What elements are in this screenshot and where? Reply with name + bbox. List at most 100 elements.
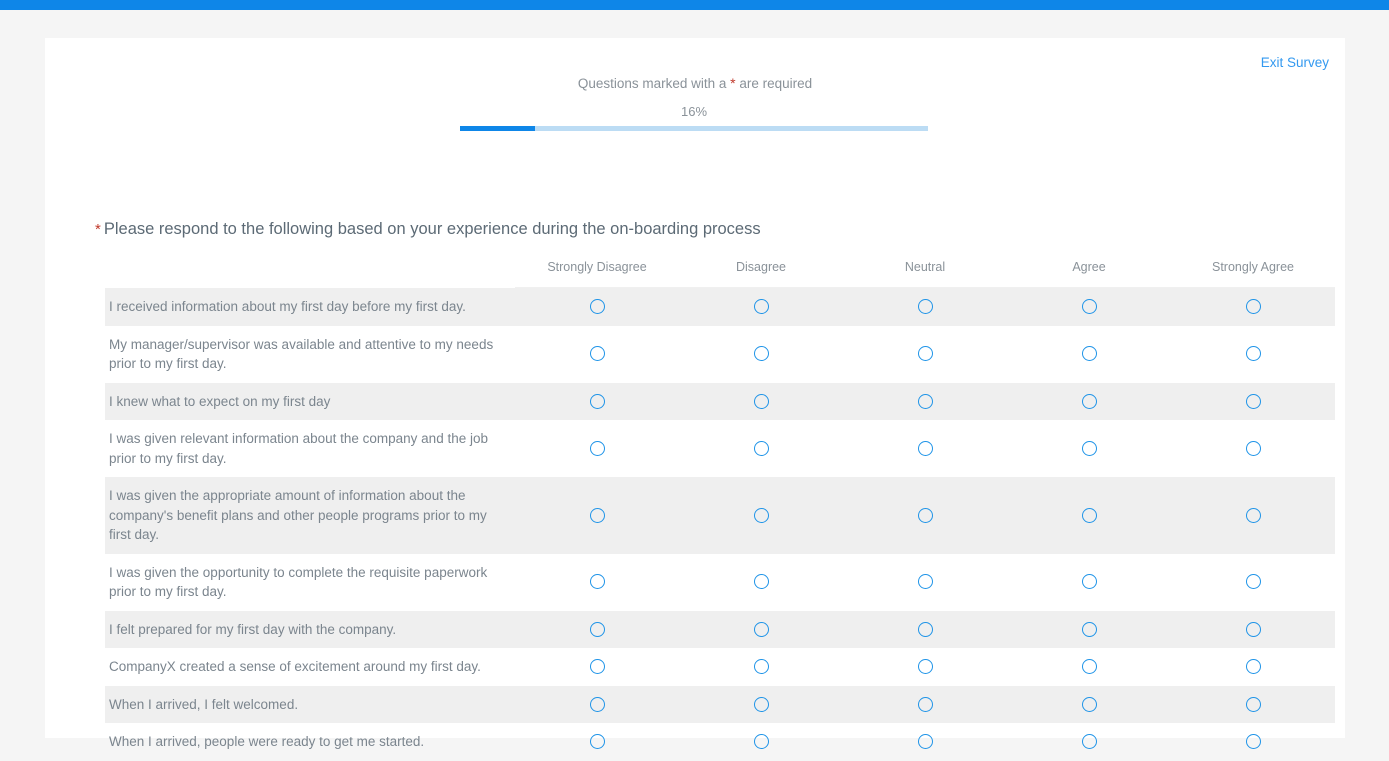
- radio-button[interactable]: [753, 346, 769, 362]
- matrix-option-cell[interactable]: [679, 685, 843, 723]
- matrix-option-cell[interactable]: [1171, 723, 1335, 761]
- radio-button[interactable]: [753, 696, 769, 712]
- radio-button[interactable]: [589, 659, 605, 675]
- radio-button[interactable]: [917, 393, 933, 409]
- radio-button[interactable]: [917, 299, 933, 315]
- matrix-option-cell[interactable]: [515, 685, 679, 723]
- matrix-option-cell[interactable]: [679, 287, 843, 326]
- matrix-option-cell[interactable]: [1171, 382, 1335, 420]
- matrix-option-cell[interactable]: [1007, 477, 1171, 554]
- matrix-option-cell[interactable]: [1171, 477, 1335, 554]
- matrix-option-cell[interactable]: [679, 326, 843, 383]
- radio-button[interactable]: [753, 299, 769, 315]
- radio-button[interactable]: [1245, 696, 1261, 712]
- matrix-option-cell[interactable]: [679, 477, 843, 554]
- matrix-option-cell[interactable]: [679, 610, 843, 648]
- matrix-option-cell[interactable]: [1171, 648, 1335, 686]
- radio-button[interactable]: [917, 659, 933, 675]
- matrix-option-cell[interactable]: [515, 648, 679, 686]
- matrix-option-cell[interactable]: [515, 723, 679, 761]
- matrix-option-cell[interactable]: [515, 420, 679, 477]
- radio-button[interactable]: [753, 440, 769, 456]
- matrix-option-cell[interactable]: [1007, 287, 1171, 326]
- radio-button[interactable]: [753, 393, 769, 409]
- radio-button[interactable]: [1245, 507, 1261, 523]
- radio-button[interactable]: [1245, 659, 1261, 675]
- matrix-option-cell[interactable]: [1007, 723, 1171, 761]
- radio-button[interactable]: [1245, 440, 1261, 456]
- matrix-option-cell[interactable]: [843, 477, 1007, 554]
- radio-button[interactable]: [753, 574, 769, 590]
- radio-button[interactable]: [917, 734, 933, 750]
- matrix-option-cell[interactable]: [515, 610, 679, 648]
- radio-button[interactable]: [1081, 299, 1097, 315]
- radio-button[interactable]: [1081, 393, 1097, 409]
- matrix-option-cell[interactable]: [1007, 610, 1171, 648]
- radio-button[interactable]: [1081, 346, 1097, 362]
- radio-button[interactable]: [1081, 696, 1097, 712]
- radio-button[interactable]: [1245, 621, 1261, 637]
- matrix-option-cell[interactable]: [843, 648, 1007, 686]
- matrix-option-cell[interactable]: [843, 610, 1007, 648]
- radio-button[interactable]: [1245, 299, 1261, 315]
- matrix-option-cell[interactable]: [843, 382, 1007, 420]
- matrix-option-cell[interactable]: [515, 326, 679, 383]
- radio-button[interactable]: [753, 621, 769, 637]
- radio-button[interactable]: [917, 621, 933, 637]
- radio-button[interactable]: [1081, 507, 1097, 523]
- matrix-option-cell[interactable]: [843, 554, 1007, 611]
- matrix-option-cell[interactable]: [1007, 554, 1171, 611]
- matrix-option-cell[interactable]: [679, 554, 843, 611]
- matrix-option-cell[interactable]: [843, 287, 1007, 326]
- matrix-option-cell[interactable]: [843, 420, 1007, 477]
- matrix-option-cell[interactable]: [1007, 326, 1171, 383]
- radio-button[interactable]: [1081, 440, 1097, 456]
- radio-button[interactable]: [917, 346, 933, 362]
- exit-survey-link[interactable]: Exit Survey: [1261, 55, 1329, 70]
- radio-button[interactable]: [589, 696, 605, 712]
- matrix-option-cell[interactable]: [515, 554, 679, 611]
- matrix-option-cell[interactable]: [679, 382, 843, 420]
- radio-button[interactable]: [917, 696, 933, 712]
- radio-button[interactable]: [917, 507, 933, 523]
- radio-button[interactable]: [753, 734, 769, 750]
- radio-button[interactable]: [589, 299, 605, 315]
- radio-button[interactable]: [1081, 734, 1097, 750]
- radio-button[interactable]: [1245, 393, 1261, 409]
- matrix-option-cell[interactable]: [515, 287, 679, 326]
- matrix-option-cell[interactable]: [1171, 685, 1335, 723]
- matrix-option-cell[interactable]: [679, 648, 843, 686]
- radio-button[interactable]: [917, 574, 933, 590]
- radio-button[interactable]: [753, 659, 769, 675]
- matrix-option-cell[interactable]: [1171, 610, 1335, 648]
- matrix-option-cell[interactable]: [515, 382, 679, 420]
- matrix-option-cell[interactable]: [843, 326, 1007, 383]
- radio-button[interactable]: [589, 393, 605, 409]
- radio-button[interactable]: [589, 507, 605, 523]
- radio-button[interactable]: [589, 574, 605, 590]
- radio-button[interactable]: [1081, 621, 1097, 637]
- radio-button[interactable]: [589, 734, 605, 750]
- matrix-option-cell[interactable]: [1007, 420, 1171, 477]
- radio-button[interactable]: [753, 507, 769, 523]
- radio-button[interactable]: [1245, 734, 1261, 750]
- radio-button[interactable]: [917, 440, 933, 456]
- matrix-option-cell[interactable]: [1171, 554, 1335, 611]
- radio-button[interactable]: [589, 440, 605, 456]
- matrix-option-cell[interactable]: [679, 420, 843, 477]
- matrix-option-cell[interactable]: [515, 477, 679, 554]
- matrix-option-cell[interactable]: [1007, 382, 1171, 420]
- matrix-option-cell[interactable]: [1171, 287, 1335, 326]
- matrix-option-cell[interactable]: [843, 685, 1007, 723]
- matrix-option-cell[interactable]: [1007, 685, 1171, 723]
- radio-button[interactable]: [1081, 659, 1097, 675]
- radio-button[interactable]: [1245, 346, 1261, 362]
- matrix-option-cell[interactable]: [1007, 648, 1171, 686]
- matrix-option-cell[interactable]: [843, 723, 1007, 761]
- radio-button[interactable]: [589, 346, 605, 362]
- radio-button[interactable]: [1245, 574, 1261, 590]
- radio-button[interactable]: [1081, 574, 1097, 590]
- matrix-option-cell[interactable]: [1171, 420, 1335, 477]
- matrix-option-cell[interactable]: [1171, 326, 1335, 383]
- radio-button[interactable]: [589, 621, 605, 637]
